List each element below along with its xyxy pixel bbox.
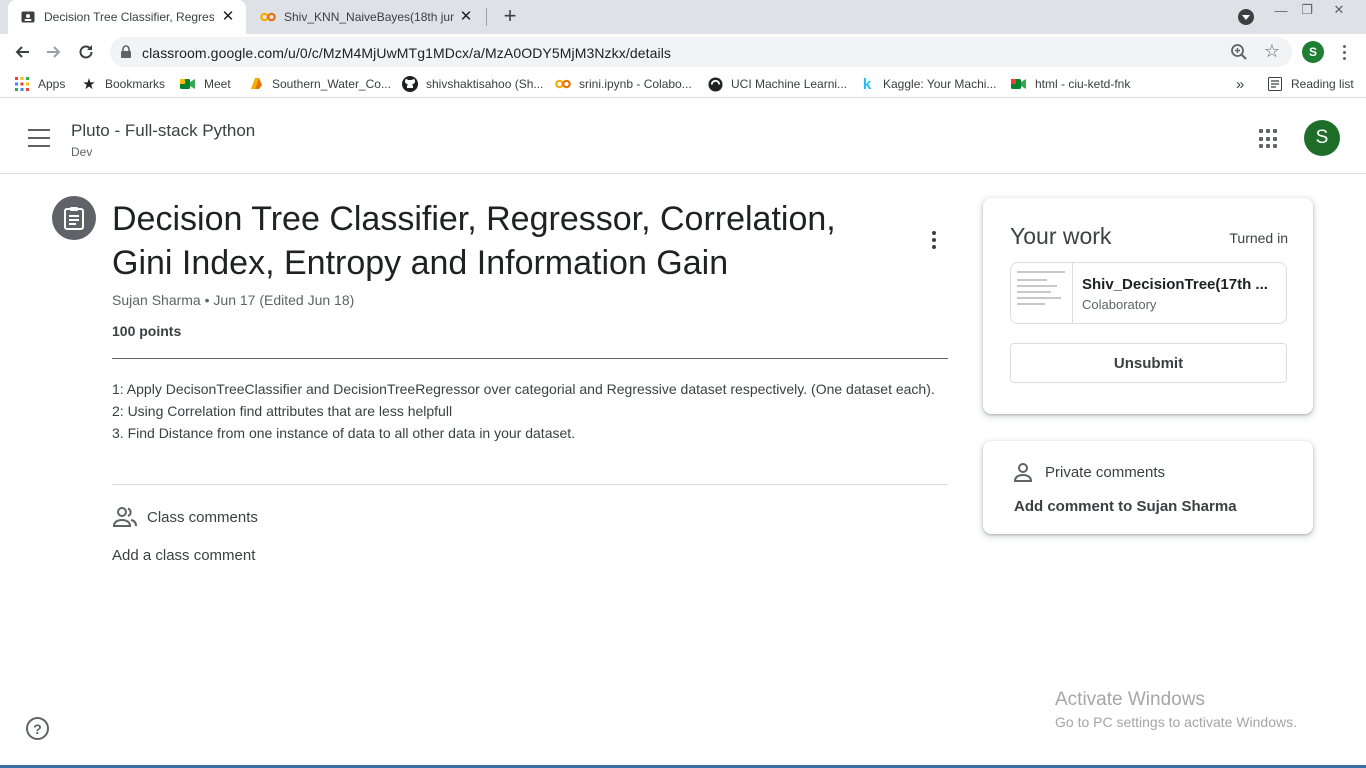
github-icon <box>402 76 418 92</box>
chrome-menu-icon[interactable] <box>1336 40 1352 64</box>
class-name[interactable]: Pluto - Full-stack Python <box>71 121 255 141</box>
profile-avatar[interactable]: S <box>1302 41 1324 63</box>
classroom-icon <box>20 9 36 25</box>
divider <box>112 358 948 359</box>
attachment-name: Shiv_DecisionTree(17th ... <box>1082 276 1268 293</box>
close-window-icon[interactable]: ✕ <box>1326 0 1352 20</box>
kaggle-icon: k <box>862 75 872 93</box>
bookmark-uci[interactable]: UCI Machine Learni... <box>707 75 847 93</box>
reload-icon[interactable] <box>74 40 98 64</box>
divider <box>112 484 948 485</box>
bookmark-southern-water[interactable]: Southern_Water_Co... <box>248 75 391 93</box>
description-line: 1: Apply DecisonTreeClassifier and Decis… <box>112 381 935 397</box>
google-apps-icon[interactable] <box>1259 129 1279 149</box>
description-line: 2: Using Correlation find attributes tha… <box>112 403 453 419</box>
author-name: Sujan Sharma <box>112 292 201 308</box>
add-private-comment-link[interactable]: Add comment to Sujan Sharma <box>1014 498 1237 515</box>
reading-list-button[interactable]: Reading list <box>1267 75 1354 93</box>
tab-divider <box>486 8 487 26</box>
reading-list-icon <box>1267 76 1283 92</box>
windows-watermark-title: Activate Windows <box>1055 689 1205 710</box>
tab-classroom[interactable]: Decision Tree Classifier, Regresso ✕ <box>8 0 246 34</box>
tab-colab[interactable]: Shiv_KNN_NaiveBayes(18th june) ✕ <box>250 0 484 34</box>
description-line: 3. Find Distance from one instance of da… <box>112 425 576 441</box>
star-icon: ★ <box>82 76 96 93</box>
colab-icon <box>555 76 571 92</box>
bookmark-label: html - ciu-ketd-fnk <box>1035 77 1131 91</box>
tab-title: Decision Tree Classifier, Regresso <box>44 10 214 24</box>
reading-list-label: Reading list <box>1291 77 1354 91</box>
private-comments-card: Private comments Add comment to Sujan Sh… <box>983 441 1313 534</box>
bookmarks-overflow-button[interactable]: » <box>1236 75 1244 93</box>
account-avatar[interactable]: S <box>1304 120 1340 156</box>
people-icon <box>112 506 138 533</box>
url-text[interactable]: classroom.google.com/u/0/c/MzM4MjUwMTg1M… <box>142 45 671 61</box>
minimize-icon[interactable]: — <box>1268 0 1294 20</box>
attachment-card[interactable]: Shiv_DecisionTree(17th ... Colaboratory <box>1010 262 1287 324</box>
assignment-description: 1: Apply DecisonTreeClassifier and Decis… <box>112 378 948 444</box>
restore-icon[interactable]: ❐ <box>1294 0 1320 20</box>
new-tab-button[interactable]: + <box>498 5 522 29</box>
bookmark-kaggle[interactable]: k Kaggle: Your Machi... <box>859 75 997 93</box>
status-badge: Turned in <box>1229 230 1288 246</box>
browser-toolbar: classroom.google.com/u/0/c/MzM4MjUwMTg1M… <box>0 34 1366 70</box>
bookmark-bookmarks[interactable]: ★ Bookmarks <box>81 75 165 93</box>
bookmark-label: Southern_Water_Co... <box>272 77 391 91</box>
windows-watermark-subtitle: Go to PC settings to activate Windows. <box>1055 714 1297 730</box>
tab-strip: Decision Tree Classifier, Regresso ✕ Shi… <box>0 0 1366 34</box>
bookmark-label: Kaggle: Your Machi... <box>883 77 997 91</box>
assignment-title: Decision Tree Classifier, Regressor, Cor… <box>112 200 836 282</box>
drive-icon <box>248 76 264 92</box>
meet-icon <box>180 76 196 92</box>
meet-icon <box>1011 76 1027 92</box>
bookmark-label: shivshaktisahoo (Sh... <box>426 77 544 91</box>
bookmark-label: Apps <box>38 77 66 91</box>
forward-icon[interactable] <box>42 40 66 64</box>
bookmark-github[interactable]: shivshaktisahoo (Sh... <box>402 75 543 93</box>
class-section: Dev <box>71 145 93 159</box>
bookmark-label: Bookmarks <box>105 77 166 91</box>
bookmark-html[interactable]: html - ciu-ketd-fnk <box>1011 75 1130 93</box>
bookmarks-bar: Apps ★ Bookmarks Meet Southern_Water_Co.… <box>0 70 1366 98</box>
help-icon[interactable]: ? <box>26 717 49 740</box>
bookmark-label: UCI Machine Learni... <box>731 77 848 91</box>
add-class-comment-link[interactable]: Add a class comment <box>112 547 255 564</box>
points-label: 100 points <box>112 323 182 339</box>
uci-icon <box>707 76 723 92</box>
assignment-meta: Sujan Sharma • Jun 17 (Edited Jun 18) <box>112 292 354 308</box>
assignment-icon <box>52 196 96 240</box>
person-icon <box>1013 462 1033 487</box>
bookmark-colab[interactable]: srini.ipynb - Colabo... <box>555 75 692 93</box>
unsubmit-button[interactable]: Unsubmit <box>1010 343 1287 383</box>
attachment-type: Colaboratory <box>1082 297 1157 312</box>
bookmark-apps[interactable]: Apps <box>14 75 65 93</box>
bookmark-meet[interactable]: Meet <box>180 75 231 93</box>
bookmark-star-icon[interactable]: ☆ <box>1264 42 1280 60</box>
classroom-header: Pluto - Full-stack Python Dev S <box>0 103 1366 174</box>
back-icon[interactable] <box>10 40 34 64</box>
zoom-icon[interactable] <box>1230 43 1248 66</box>
tab-title: Shiv_KNN_NaiveBayes(18th june) <box>284 10 454 24</box>
close-tab-icon[interactable]: ✕ <box>220 9 236 25</box>
bookmark-label: Meet <box>204 77 231 91</box>
more-options-icon[interactable] <box>924 228 944 252</box>
posted-date: Jun 17 (Edited Jun 18) <box>213 292 355 308</box>
your-work-title: Your work <box>1010 223 1112 249</box>
your-work-card: Your work Turned in Shiv_DecisionTree(17… <box>983 198 1313 414</box>
lock-icon[interactable] <box>120 45 132 64</box>
apps-grid-icon <box>14 76 30 92</box>
address-bar[interactable]: classroom.google.com/u/0/c/MzM4MjUwMTg1M… <box>110 37 1292 67</box>
colab-icon <box>260 9 276 25</box>
close-tab-icon[interactable]: ✕ <box>458 9 474 25</box>
bookmark-label: srini.ipynb - Colabo... <box>579 77 692 91</box>
attachment-thumbnail <box>1011 263 1073 323</box>
main-menu-icon[interactable] <box>28 129 50 147</box>
private-comments-label: Private comments <box>1045 464 1166 481</box>
class-comments-label: Class comments <box>147 509 258 526</box>
tab-search-icon[interactable] <box>1238 9 1254 25</box>
